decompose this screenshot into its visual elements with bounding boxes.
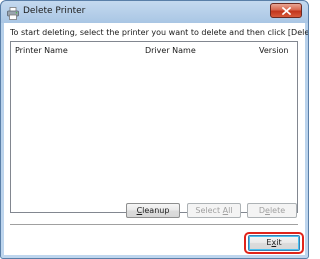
column-header-printer-name[interactable]: Printer Name [15,45,68,56]
select-all-label-post: ll [228,206,233,215]
list-header: Printer Name Driver Name Version [11,42,297,59]
close-button[interactable] [270,3,302,18]
close-icon [282,7,291,15]
separator [10,224,298,226]
window-title: Delete Printer [23,6,86,16]
select-all-button[interactable]: Select All [187,203,241,218]
cleanup-label-post: leanup [142,206,170,215]
exit-button[interactable]: Exit [248,235,300,251]
select-all-label-pre: Select [195,206,223,215]
delete-printer-window: Delete Printer To start deleting, select… [0,0,309,259]
delete-button[interactable]: Delete [247,203,297,218]
instruction-text: To start deleting, select the printer yo… [10,28,309,37]
column-header-version[interactable]: Version [259,45,288,56]
exit-label-post: it [276,238,282,247]
dialog-body: To start deleting, select the printer yo… [4,23,308,255]
title-bar[interactable]: Delete Printer [1,1,308,23]
delete-label-post: lete [269,206,286,215]
cleanup-button[interactable]: Cleanup [126,203,180,218]
printer-list[interactable]: Printer Name Driver Name Version [10,41,298,213]
column-header-driver-name[interactable]: Driver Name [145,45,196,56]
printer-icon [7,5,19,20]
